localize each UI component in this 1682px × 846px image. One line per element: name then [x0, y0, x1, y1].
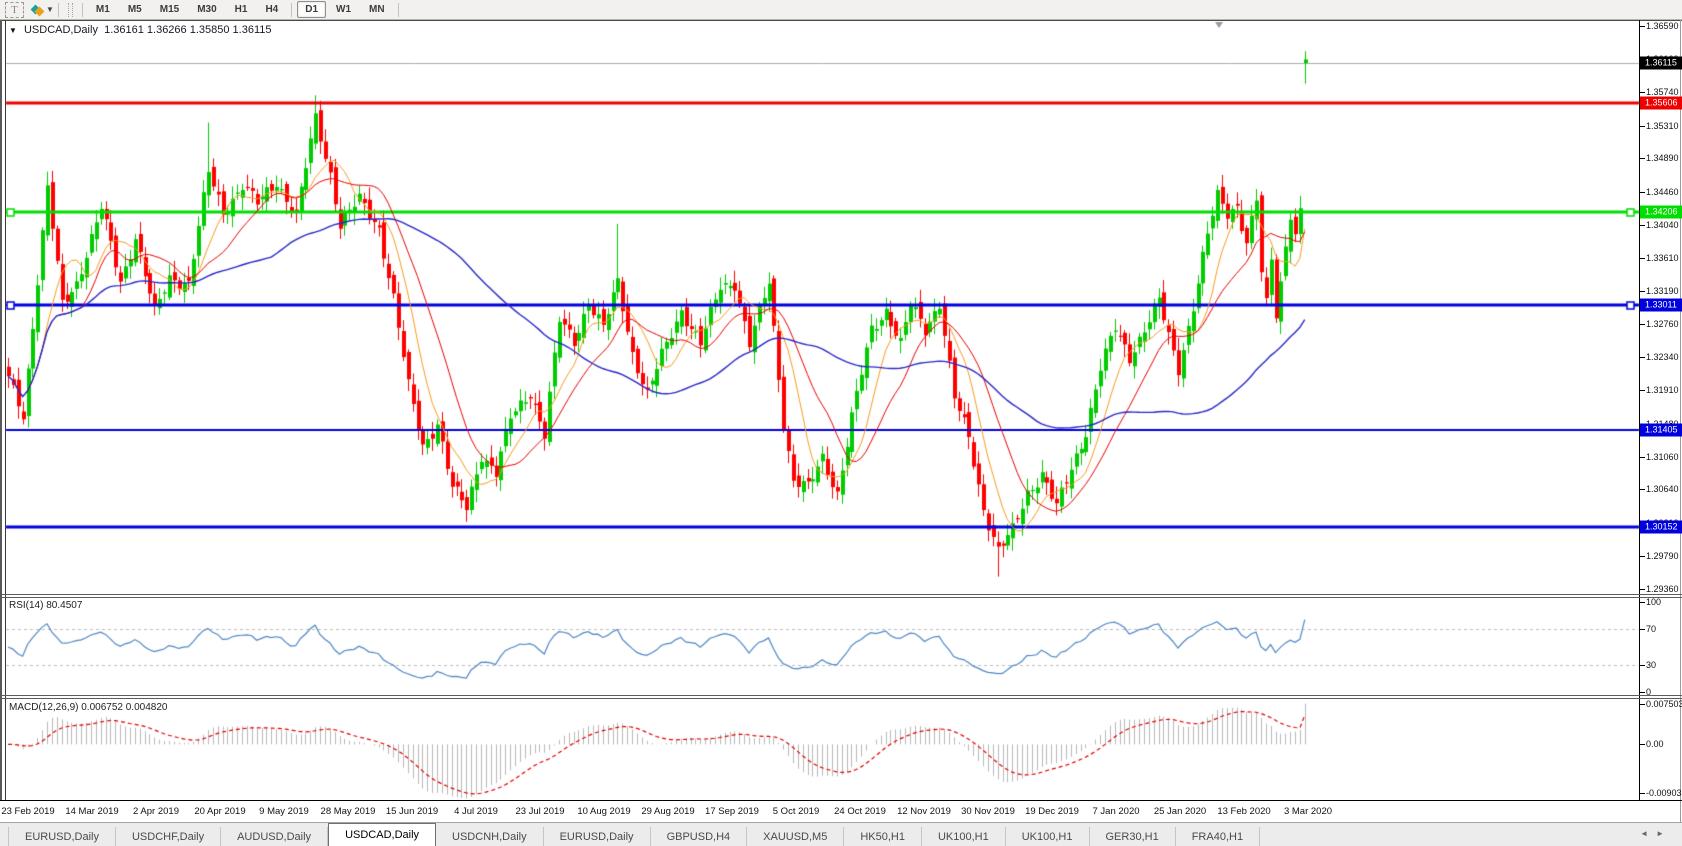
price-tick-label: 1.31910	[1646, 385, 1679, 395]
price-tick-label: 1.33610	[1646, 253, 1679, 263]
chart-tab-uk100-h1[interactable]: UK100,H1	[922, 827, 1006, 846]
date-tick-label: 13 Feb 2020	[1217, 806, 1270, 817]
rsi-axis-label: 100	[1646, 597, 1661, 607]
date-tick-label: 10 Aug 2019	[577, 806, 630, 817]
date-tick-label: 19 Dec 2019	[1025, 806, 1079, 817]
price-tick-label: 1.30640	[1646, 484, 1679, 494]
chart-tab-eurusd-daily[interactable]: EURUSD,Daily	[8, 827, 116, 846]
date-tick-label: 30 Nov 2019	[961, 806, 1015, 817]
date-tick-label: 2 Apr 2019	[133, 806, 179, 817]
price-tick-label: 1.34890	[1646, 153, 1679, 163]
hline-price-box: 1.35606	[1640, 96, 1682, 109]
tab-scroll-left-icon[interactable]: ◄	[1640, 829, 1656, 838]
chart-symbol-title: USDCAD,Daily	[24, 24, 98, 36]
hline-price-box: 1.34206	[1640, 205, 1682, 218]
hline-price-box: 1.33011	[1640, 298, 1682, 311]
date-tick-label: 7 Jan 2020	[1092, 806, 1139, 817]
date-axis[interactable]: 23 Feb 2019 14 Mar 2019 2 Apr 2019 20 Apr 2…	[0, 801, 1639, 822]
price-tick-label: 1.29790	[1646, 551, 1679, 561]
current-price-box: 1.36115	[1640, 56, 1682, 69]
date-tick-label: 28 May 2019	[321, 806, 376, 817]
chart-tab-fra40-h1[interactable]: FRA40,H1	[1176, 827, 1260, 846]
date-tick-label: 29 Aug 2019	[641, 806, 694, 817]
date-tick-label: 3 Mar 2020	[1284, 806, 1332, 817]
macd-axis-label: 0.007503	[1646, 699, 1682, 709]
price-tick-label: 1.33190	[1646, 286, 1679, 296]
mt4-window: T ▼ M1M5M15M30H1H4D1W1MN ▼ USDCAD,Daily …	[0, 0, 1682, 846]
date-tick-label: 23 Feb 2019	[1, 806, 54, 817]
rsi-axis-label: 30	[1646, 660, 1656, 670]
price-tick-label: 1.34460	[1646, 187, 1679, 197]
tab-scroll-arrows[interactable]: ◄►	[1640, 829, 1672, 838]
price-tick-label: 1.29360	[1646, 584, 1679, 594]
chart-tab-usdchf-daily[interactable]: USDCHF,Daily	[116, 827, 221, 846]
date-tick-label: 14 Mar 2019	[65, 806, 118, 817]
price-tick-label: 1.32340	[1646, 352, 1679, 362]
hline-price-box: 1.30152	[1640, 521, 1682, 534]
date-tick-label: 20 Apr 2019	[194, 806, 245, 817]
macd-axis-label: 0.00	[1646, 739, 1664, 749]
price-tick-label: 1.32760	[1646, 319, 1679, 329]
chart-tab-ger30-h1[interactable]: GER30,H1	[1090, 827, 1176, 846]
date-tick-label: 25 Jan 2020	[1154, 806, 1206, 817]
date-tick-label: 24 Oct 2019	[834, 806, 886, 817]
collapse-triangle-icon[interactable]: ▼	[9, 26, 17, 35]
price-tick-label: 1.31060	[1646, 452, 1679, 462]
rsi-axis-label: 0	[1646, 687, 1651, 697]
date-tick-label: 12 Nov 2019	[897, 806, 951, 817]
price-tick-label: 1.36590	[1646, 21, 1679, 31]
date-tick-label: 15 Jun 2019	[386, 806, 438, 817]
chart-header: ▼ USDCAD,Daily 1.36161 1.36266 1.35850 1…	[9, 24, 271, 36]
chart-ohlc-values: 1.36161 1.36266 1.35850 1.36115	[104, 24, 271, 36]
price-axis[interactable]: 1.365901.361601.357401.353101.348901.344…	[1640, 20, 1682, 800]
chart-tab-hk50-h1[interactable]: HK50,H1	[844, 827, 922, 846]
chart-tab-eurusd-daily[interactable]: EURUSD,Daily	[544, 827, 651, 846]
chart-tab-usdcad-daily[interactable]: USDCAD,Daily	[328, 823, 436, 846]
chart-tab-gbpusd-h4[interactable]: GBPUSD,H4	[651, 827, 748, 846]
chart-canvas[interactable]	[0, 0, 1682, 846]
date-tick-label: 5 Oct 2019	[773, 806, 819, 817]
tab-scroll-right-icon[interactable]: ►	[1656, 829, 1672, 838]
date-tick-label: 23 Jul 2019	[515, 806, 564, 817]
hline-price-box: 1.31405	[1640, 423, 1682, 436]
date-tick-label: 9 May 2019	[259, 806, 309, 817]
rsi-axis-label: 70	[1646, 624, 1656, 634]
chart-tab-bar: EURUSD,DailyUSDCHF,DailyAUDUSD,DailyUSDC…	[0, 822, 1682, 846]
chart-tab-audusd-daily[interactable]: AUDUSD,Daily	[221, 827, 328, 846]
price-tick-label: 1.34040	[1646, 220, 1679, 230]
chart-tab-usdcnh-daily[interactable]: USDCNH,Daily	[436, 827, 544, 846]
rsi-indicator-label: RSI(14) 80.4507	[9, 600, 82, 611]
chart-tab-uk100-h1[interactable]: UK100,H1	[1006, 827, 1090, 846]
date-tick-label: 4 Jul 2019	[454, 806, 498, 817]
date-tick-label: 17 Sep 2019	[705, 806, 759, 817]
macd-axis-label: -0.009033	[1646, 788, 1682, 798]
price-tick-label: 1.35310	[1646, 121, 1679, 131]
chart-tab-xauusd-m5[interactable]: XAUUSD,M5	[747, 827, 844, 846]
macd-indicator-label: MACD(12,26,9) 0.006752 0.004820	[9, 702, 167, 713]
